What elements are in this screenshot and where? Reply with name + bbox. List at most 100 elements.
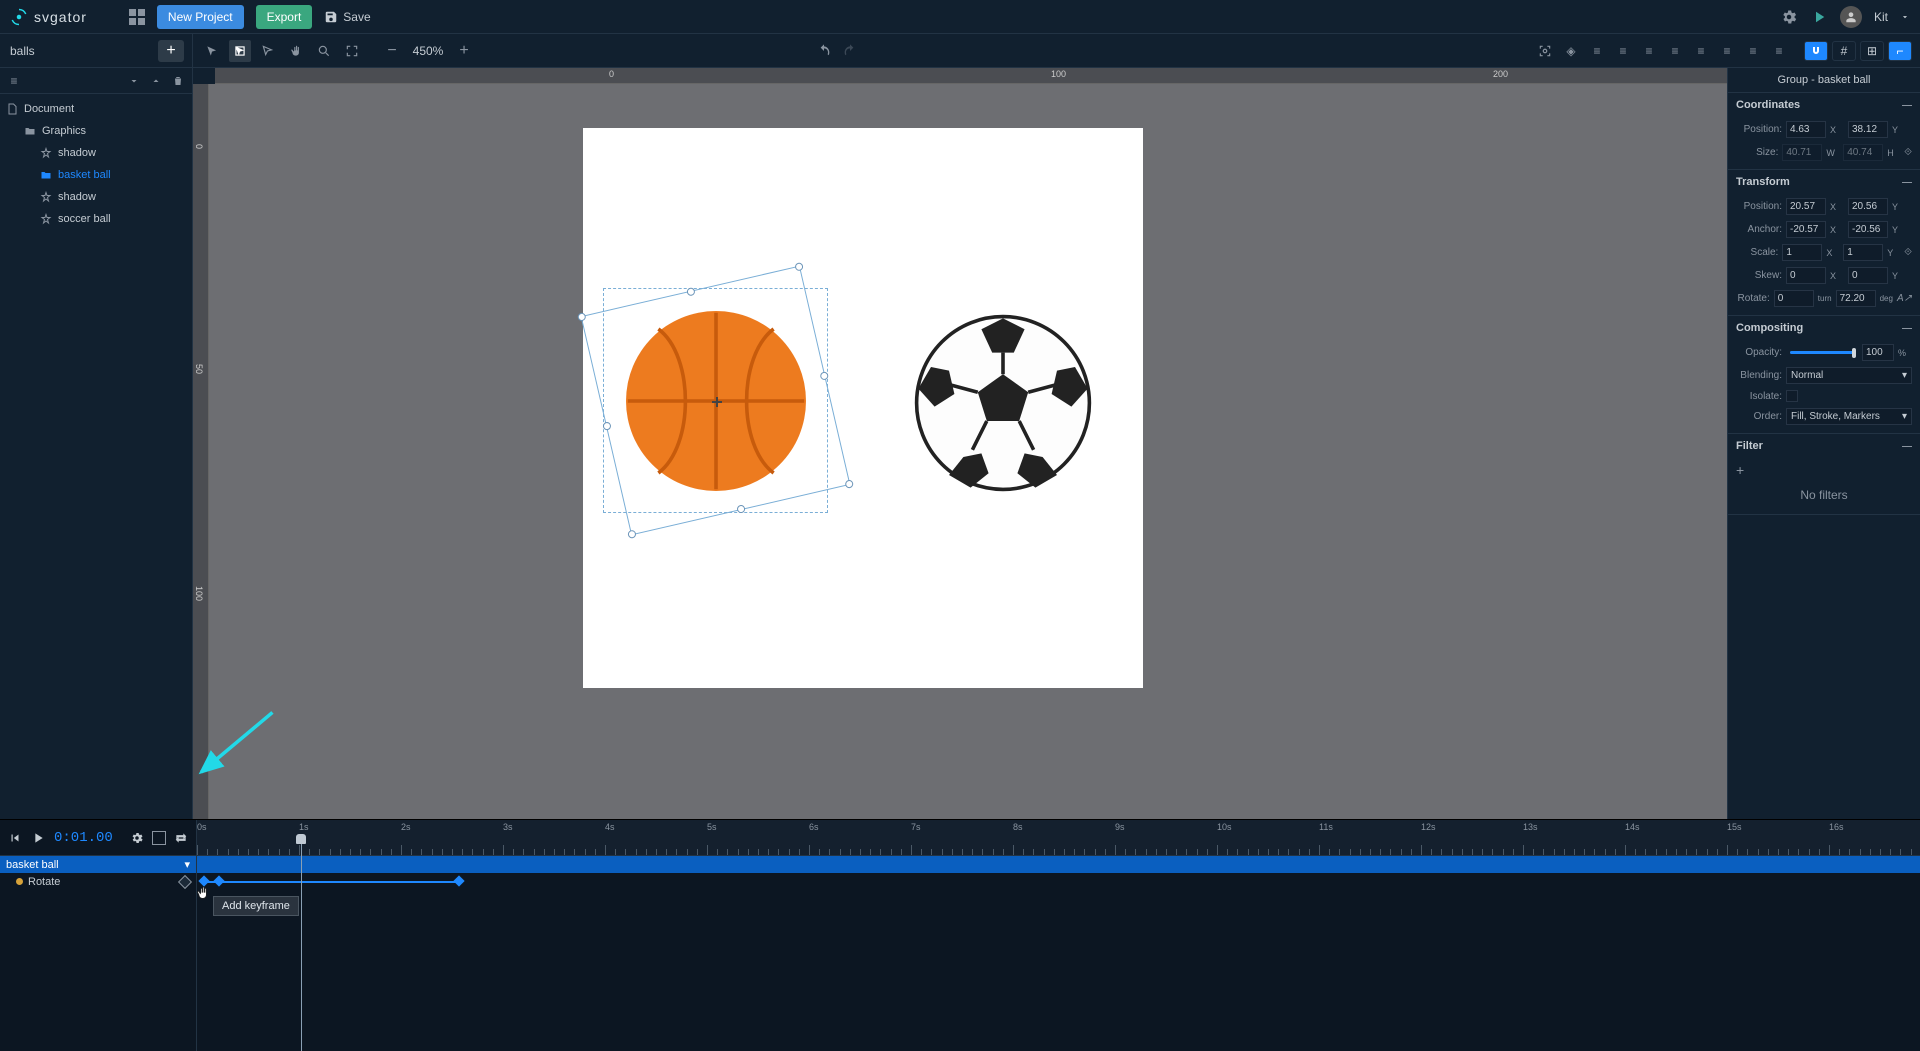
tree-label: soccer ball [58,213,111,225]
transform-pos-x[interactable] [1786,198,1826,215]
tree-item-soccer-ball[interactable]: soccer ball [0,208,192,230]
resize-handle-w[interactable] [602,421,612,431]
keyframe[interactable] [213,875,224,886]
ruler-horizontal[interactable]: 0100200 [215,68,1727,84]
guides-toggle[interactable]: ⌐ [1888,41,1912,61]
project-name-input[interactable] [8,43,108,59]
list-icon[interactable]: ≡ [6,73,22,89]
link-icon[interactable]: ⟐ [1904,247,1912,258]
new-project-button[interactable]: New Project [157,5,244,29]
section-coordinates[interactable]: Coordinates [1728,93,1920,117]
flip-h-icon[interactable]: ◈ [1560,40,1582,62]
distribute-v-icon[interactable]: ≡ [1768,40,1790,62]
transform-skew-y[interactable] [1848,267,1888,284]
transform-rotate-deg[interactable] [1836,290,1876,307]
pan-tool[interactable] [285,40,307,62]
soccer-ball[interactable] [913,313,1093,493]
keyframe[interactable] [453,875,464,886]
projects-grid-icon[interactable] [129,9,145,25]
opacity-value[interactable] [1862,344,1894,361]
transform-anchor-y[interactable] [1848,221,1888,238]
anchor-point-icon[interactable] [712,397,722,407]
tree-item-shadow2[interactable]: shadow [0,186,192,208]
tree-item-basket-ball[interactable]: basket ball [0,164,192,186]
coord-position-x[interactable] [1786,121,1826,138]
keyframe-segment[interactable] [203,881,458,883]
align-vc-icon[interactable]: ≡ [1690,40,1712,62]
tree-item-graphics[interactable]: Graphics [0,120,192,142]
timeline-panel: 0:01.00 0s1s2s3s4s5s6s7s8s9s10s11s12s13s… [0,819,1920,1051]
fit-tool[interactable] [341,40,363,62]
node-tool[interactable] [257,40,279,62]
distribute-h-icon[interactable]: ≡ [1742,40,1764,62]
canvas-area[interactable]: 0100200 050100 [193,68,1727,819]
order-select[interactable]: Fill, Stroke, Markers▾ [1786,408,1912,425]
transform-scale-y[interactable] [1843,244,1883,261]
move-tool[interactable] [201,40,223,62]
timeline-time[interactable]: 0:01.00 [54,830,113,846]
section-compositing[interactable]: Compositing [1728,316,1920,340]
undo-icon[interactable] [816,43,832,59]
align-bottom-icon[interactable]: ≡ [1716,40,1738,62]
export-button[interactable]: Export [256,5,313,29]
layer-track[interactable] [197,856,1920,873]
ruler-toggle[interactable]: ⊞ [1860,41,1884,61]
lock-icon[interactable]: ⟐ [1904,147,1912,158]
settings-gear-icon[interactable] [1780,8,1798,26]
opacity-slider[interactable] [1790,351,1854,354]
collapse-up-icon[interactable] [148,73,164,89]
zoom-in-button[interactable]: + [453,40,475,62]
chevron-down-icon[interactable] [1900,12,1910,22]
section-transform[interactable]: Transform [1728,170,1920,194]
transform-skew-x[interactable] [1786,267,1826,284]
align-hc-icon[interactable]: ≡ [1612,40,1634,62]
align-top-icon[interactable]: ≡ [1664,40,1686,62]
tree-document[interactable]: Document [0,98,192,120]
coord-size-h[interactable] [1843,144,1883,161]
play-icon[interactable] [30,830,46,846]
skip-start-icon[interactable] [8,831,22,845]
text-tool-icon[interactable]: A↗ [1897,293,1912,304]
snap-toggle[interactable] [1804,41,1828,61]
delete-icon[interactable] [170,73,186,89]
section-filter[interactable]: Filter [1728,434,1920,458]
grid-toggle[interactable]: # [1832,41,1856,61]
add-filter-button[interactable]: + [1736,462,1744,478]
save-button[interactable]: Save [324,10,370,24]
zoom-out-button[interactable]: − [381,40,403,62]
app-logo[interactable]: svgator [10,8,87,26]
add-keyframe-button[interactable] [178,874,192,888]
coord-position-y[interactable] [1848,121,1888,138]
rotate-track[interactable] [197,873,1920,890]
zoom-tool[interactable] [313,40,335,62]
timeline-ruler[interactable]: 0s1s2s3s4s5s6s7s8s9s10s11s12s13s14s15s16… [197,820,1920,855]
align-left-icon[interactable]: ≡ [1586,40,1608,62]
transform-rotate-turn[interactable] [1774,290,1814,307]
transform-pos-y[interactable] [1848,198,1888,215]
tree-item-shadow1[interactable]: shadow [0,142,192,164]
blending-select[interactable]: Normal▾ [1786,367,1912,384]
timeline-tracks[interactable]: Add keyframe [197,856,1920,1051]
coord-size-w[interactable] [1782,144,1822,161]
transform-anchor-x[interactable] [1786,221,1826,238]
resize-handle-n[interactable] [686,287,696,297]
tree-label: Document [24,103,74,115]
preview-play-icon[interactable] [1810,8,1828,26]
timeline-prop-rotate[interactable]: Rotate [0,873,196,890]
timeline-settings-icon[interactable] [130,831,144,845]
tooltip-add-keyframe: Add keyframe [213,896,299,916]
transform-scale-x[interactable] [1782,244,1822,261]
isolate-checkbox[interactable] [1786,390,1798,402]
stop-icon[interactable] [152,831,166,845]
zoom-value[interactable]: 450% [403,44,453,58]
properties-panel: Group - basket ball Coordinates Position… [1727,68,1920,819]
collapse-down-icon[interactable] [126,73,142,89]
focus-icon[interactable] [1534,40,1556,62]
align-right-icon[interactable]: ≡ [1638,40,1660,62]
loop-icon[interactable] [174,831,188,845]
transform-tool[interactable] [229,40,251,62]
user-avatar[interactable] [1840,6,1862,28]
add-element-button[interactable]: + [158,40,184,62]
timeline-layer-basket-ball[interactable]: basket ball ▾ [0,856,196,873]
redo-icon[interactable] [842,43,858,59]
